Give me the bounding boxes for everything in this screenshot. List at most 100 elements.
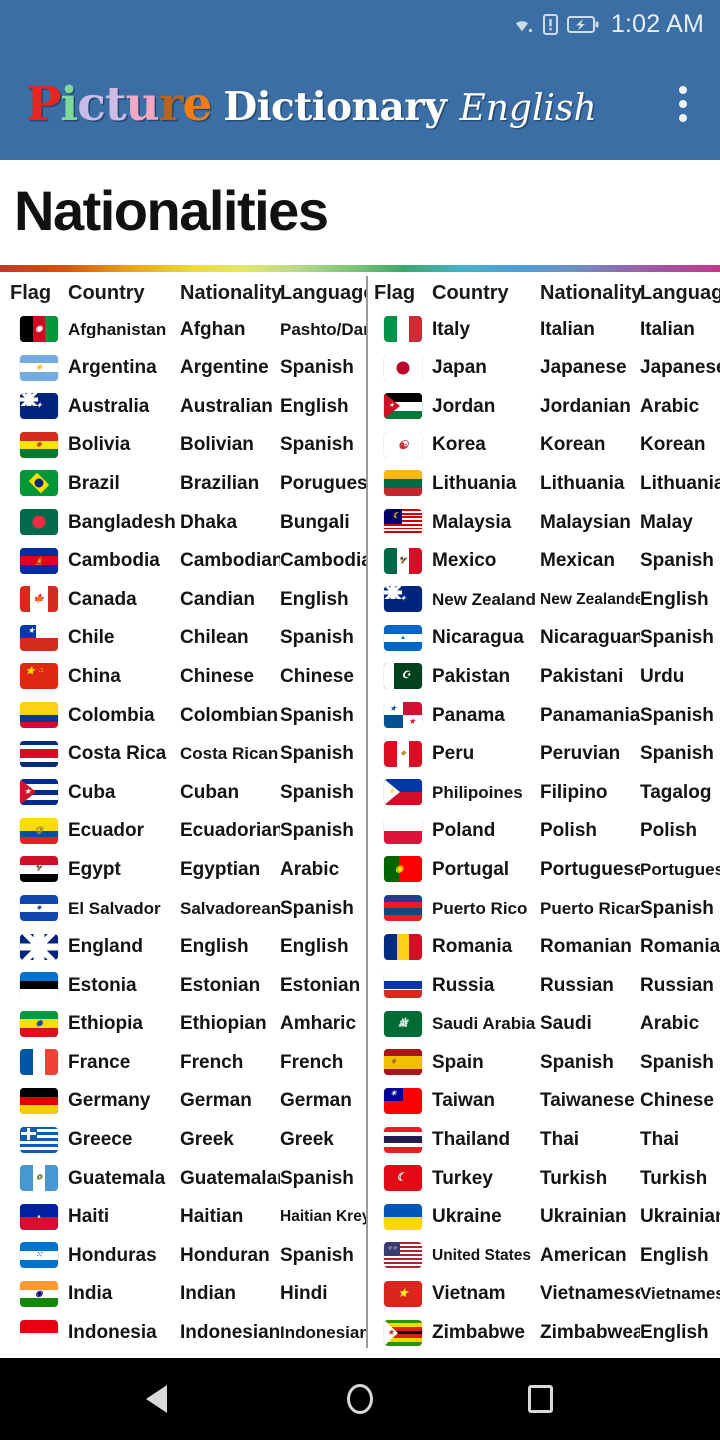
table-row[interactable]: Russia Russian Russian: [366, 966, 720, 1005]
table-row[interactable]: Lithuania Lithuania Lithuania: [366, 464, 720, 503]
table-row[interactable]: ▲ Nicaragua Nicaraguan Spanish: [366, 619, 720, 658]
table-row[interactable]: ◉ Afghanistan Afghan Pashto/Dari: [0, 310, 366, 349]
table-row[interactable]: ✦ Australia Australian English: [0, 387, 366, 426]
table-row[interactable]: ★ ∴ ★ China Chinese Chinese: [0, 657, 366, 696]
cell-flag: [0, 1049, 68, 1076]
flag-icon: ﷺ: [384, 1010, 422, 1037]
cell-flag: [0, 702, 68, 729]
cell-nationality: Spanish: [540, 1052, 614, 1072]
table-row[interactable]: ❂ Guatemala Guatemalan Spanish: [0, 1159, 366, 1198]
table-row[interactable]: Italy Italian Italian: [366, 310, 720, 349]
cell-country: Cuba: [68, 782, 116, 802]
flag-icon: 🦅: [384, 547, 422, 574]
logo-letter-3: t: [104, 76, 127, 132]
cell-language: Ukrainian: [640, 1207, 720, 1227]
cell-language: Bungali: [280, 512, 350, 532]
table-row[interactable]: ⁘⁘ United States American English: [366, 1236, 720, 1275]
cell-nationality: Salvadorean: [180, 899, 280, 917]
logo-letter-2: c: [77, 76, 106, 132]
battery-charging-icon: [566, 15, 599, 34]
table-row[interactable]: ★ Jordan Jordanian Arabic: [366, 387, 720, 426]
table-row[interactable]: ◉ Costa Rica Costa Rican Spanish: [0, 734, 366, 773]
table-row[interactable]: ▪ Haiti Haitian Haitian Kreyol: [0, 1197, 366, 1236]
table-row[interactable]: Germany German German: [0, 1082, 366, 1121]
status-bar: 1:02 AM: [0, 0, 720, 48]
table-row[interactable]: ★ Chile Chilean Spanish: [0, 619, 366, 658]
table-row[interactable]: Thailand Thai Thai: [366, 1120, 720, 1159]
table-row[interactable]: ◉ India Indian Hindi: [0, 1275, 366, 1314]
table-row[interactable]: Japan Japanese Japanese: [366, 348, 720, 387]
cell-country: Colombia: [68, 705, 155, 725]
table-row[interactable]: ◉ Bolivia Bolivian Spanish: [0, 426, 366, 465]
table-row[interactable]: 🛡 Ecuador Ecuadorian Spanish: [0, 812, 366, 851]
cell-flag: 🍁: [0, 586, 68, 613]
table-row[interactable]: ◈ El Salvador Salvadorean Spanish: [0, 889, 366, 928]
cell-flag: ★: [0, 779, 68, 806]
cell-nationality: Costa Rican: [180, 745, 279, 763]
table-row[interactable]: ✹ Ethiopia Ethiopian Amharic: [0, 1004, 366, 1043]
table-row[interactable]: Ukraine Ukrainian Ukrainian: [366, 1197, 720, 1236]
cell-flag: ﷺ: [366, 1010, 432, 1037]
table-row[interactable]: 🛕 Cambodia CambodianCambodian: [0, 541, 366, 580]
nav-home-icon[interactable]: [328, 1367, 392, 1431]
table-row[interactable]: ☀ Philipoines Filipino Tagalog: [366, 773, 720, 812]
system-navigation-bar: [0, 1358, 720, 1440]
cell-country: Estonia: [68, 975, 137, 995]
table-row[interactable]: 🍁 Canada Candian English: [0, 580, 366, 619]
table-row[interactable]: Romania Romanian Romanian: [366, 927, 720, 966]
cell-country: Cambodia: [68, 551, 160, 571]
table-row[interactable]: Estonia Estonian Estonian: [0, 966, 366, 1005]
table-row[interactable]: ★ Zimbabwe ZimbabweanEnglish: [366, 1313, 720, 1352]
cell-country: Haiti: [68, 1207, 110, 1227]
cell-flag: ⁙: [0, 1242, 68, 1269]
table-row[interactable]: ⚜ Spain Spanish Spanish: [366, 1043, 720, 1082]
cell-flag: [366, 1203, 432, 1230]
table-row[interactable]: ﷺ Saudi Arabia Saudi Arabic: [366, 1004, 720, 1043]
cell-language: Spanish: [280, 782, 354, 802]
table-row[interactable]: France French French: [0, 1043, 366, 1082]
overflow-menu-icon[interactable]: [668, 82, 698, 126]
cell-nationality: Peruvian: [540, 744, 621, 764]
cell-flag: [366, 354, 432, 381]
cell-nationality: Cuban: [180, 782, 240, 802]
table-row[interactable]: ❖ Peru Peruvian Spanish: [366, 734, 720, 773]
table-row[interactable]: Brazil Brazilian Poruguese: [0, 464, 366, 503]
table-row[interactable]: Indonesia Indonesian Indonesian: [0, 1313, 366, 1352]
table-row[interactable]: Colombia Colombian Spanish: [0, 696, 366, 735]
cell-country: Australia: [68, 396, 150, 416]
table-row[interactable]: ☪ Pakistan Pakistani Urdu: [366, 657, 720, 696]
table-row[interactable]: 🦅 Egypt Egyptian Arabic: [0, 850, 366, 889]
table-row[interactable]: ◉ Portugal PortuguesePortuguese: [366, 850, 720, 889]
cell-flag: [366, 933, 432, 960]
cell-nationality: Ecuadorian: [180, 821, 280, 841]
cell-country: Saudi Arabia: [432, 1015, 536, 1033]
table-row[interactable]: Bangladesh Dhaka Bungali: [0, 503, 366, 542]
table-row[interactable]: England English English: [0, 927, 366, 966]
cell-language: Spanish: [280, 435, 354, 455]
table-row[interactable]: Greece Greek Greek: [0, 1120, 366, 1159]
table-row[interactable]: Puerto Rico Puerto Rican Spanish: [366, 889, 720, 928]
table-row[interactable]: ☀ Taiwan Taiwanese Chinese: [366, 1082, 720, 1121]
flag-icon: ☯: [384, 431, 422, 458]
table-row[interactable]: ★ Cuba Cuban Spanish: [0, 773, 366, 812]
nav-recents-icon[interactable]: [508, 1367, 572, 1431]
table-row[interactable]: 🦅 Mexico Mexican Spanish: [366, 541, 720, 580]
flag-icon: ✹: [20, 1010, 58, 1037]
table-row[interactable]: ☯ Korea Korean Korean: [366, 426, 720, 465]
table-row[interactable]: ☾ Turkey Turkish Turkish: [366, 1159, 720, 1198]
cell-country: Zimbabwe: [432, 1323, 525, 1343]
nav-back-icon[interactable]: [146, 1367, 212, 1431]
cell-country: Turkey: [432, 1168, 493, 1188]
flag-icon: ▪: [20, 1203, 58, 1230]
app-bar: Picture Dictionary English: [0, 48, 720, 160]
table-row[interactable]: ⁙ Honduras Honduran Spanish: [0, 1236, 366, 1275]
cell-country: Malaysia: [432, 512, 512, 532]
table-row[interactable]: ✦ New Zealand New Zealander English: [366, 580, 720, 619]
table-row[interactable]: ★ Vietnam VietnameseVietnamese: [366, 1275, 720, 1314]
table-row[interactable]: ☾ Malaysia Malaysian Malay: [366, 503, 720, 542]
cell-nationality: Australian: [180, 396, 273, 416]
table-row[interactable]: Poland Polish Polish: [366, 812, 720, 851]
table-row[interactable]: ★★ Panama PanamanianSpanish: [366, 696, 720, 735]
table-row[interactable]: ☀ Argentina Argentine Spanish: [0, 348, 366, 387]
cell-language: Polish: [640, 821, 698, 841]
